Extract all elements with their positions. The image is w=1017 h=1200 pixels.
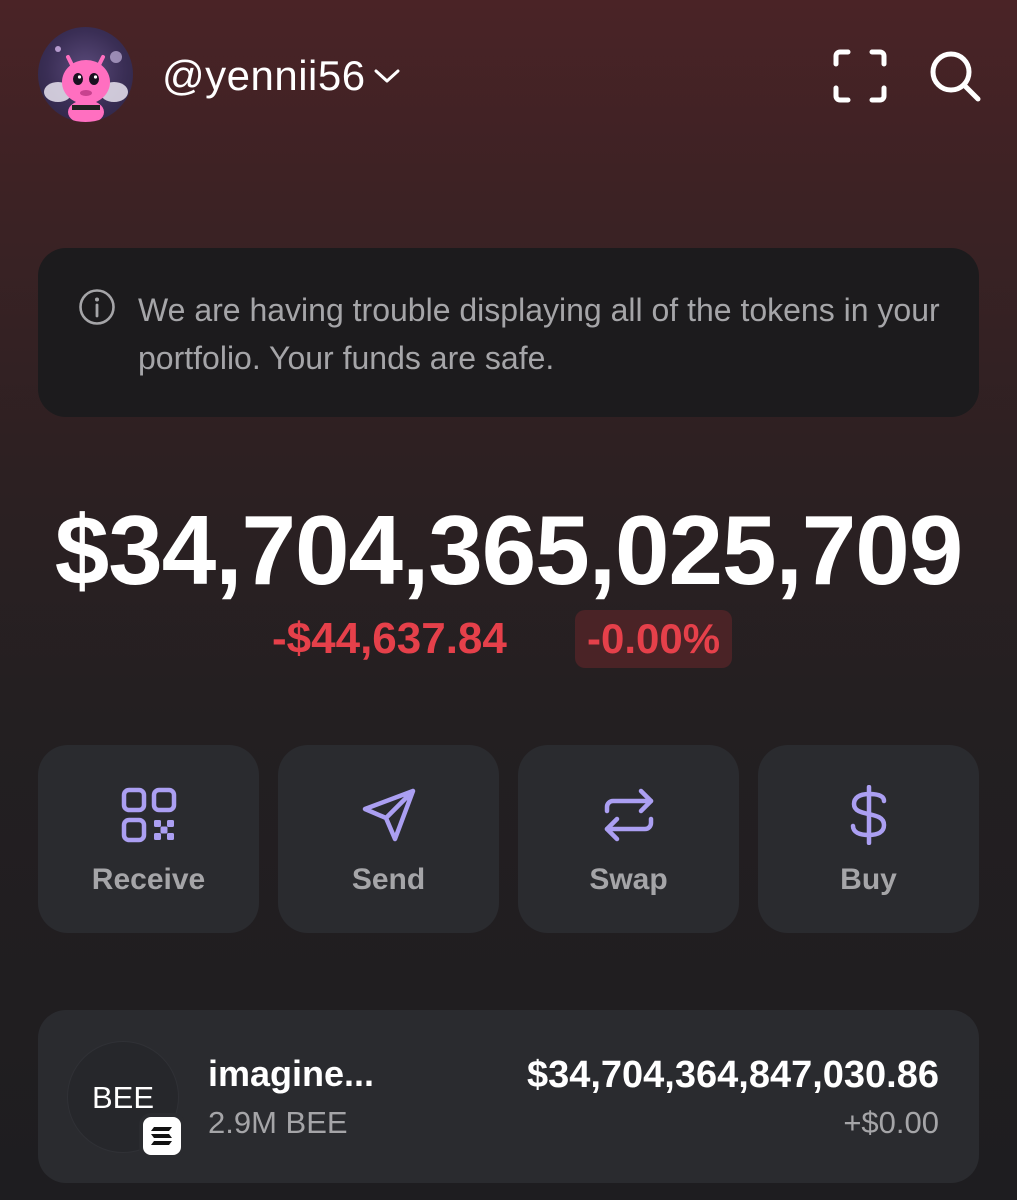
receive-button[interactable]: Receive [38, 745, 259, 933]
token-name: imagine... [208, 1053, 375, 1094]
chevron-down-icon[interactable] [372, 66, 402, 86]
total-balance: $34,704,365,025,709 [54, 495, 963, 605]
swap-label: Swap [589, 863, 668, 896]
token-amount: 2.9M BEE [208, 1105, 348, 1140]
token-logo-text: BEE [91, 1080, 155, 1115]
buy-label: Buy [840, 863, 897, 896]
buy-button[interactable]: Buy [758, 745, 979, 933]
qr-code-icon [121, 787, 176, 843]
dollar-icon [850, 785, 886, 845]
avatar[interactable] [38, 27, 133, 122]
receive-label: Receive [91, 863, 206, 896]
search-icon[interactable] [927, 48, 983, 104]
send-label: Send [351, 863, 426, 896]
token-value: $34,704,364,847,030.86 [526, 1054, 939, 1096]
solana-icon [139, 1113, 185, 1159]
change-percent-badge: -0.00% [575, 610, 733, 668]
swap-button[interactable]: Swap [518, 745, 739, 933]
portfolio-warning-banner: We are having trouble displaying all of … [38, 248, 979, 417]
send-icon [362, 788, 415, 842]
token-row-bee[interactable]: BEE imagine... 2.9M BEE $34,704,364,847,… [38, 1010, 979, 1183]
info-icon [79, 289, 115, 325]
header: @yennii56 [0, 0, 1017, 150]
avatar-image [44, 46, 128, 122]
token-change: +$0.00 [843, 1105, 939, 1140]
balance-change-row: -$44,637.84 -0.00% [0, 608, 1017, 668]
swap-icon [604, 788, 653, 842]
warning-text: We are having trouble displaying all of … [138, 292, 940, 376]
username[interactable]: @yennii56 [162, 50, 366, 102]
scan-icon[interactable] [832, 48, 888, 104]
send-button[interactable]: Send [278, 745, 499, 933]
change-amount: -$44,637.84 [272, 614, 507, 663]
